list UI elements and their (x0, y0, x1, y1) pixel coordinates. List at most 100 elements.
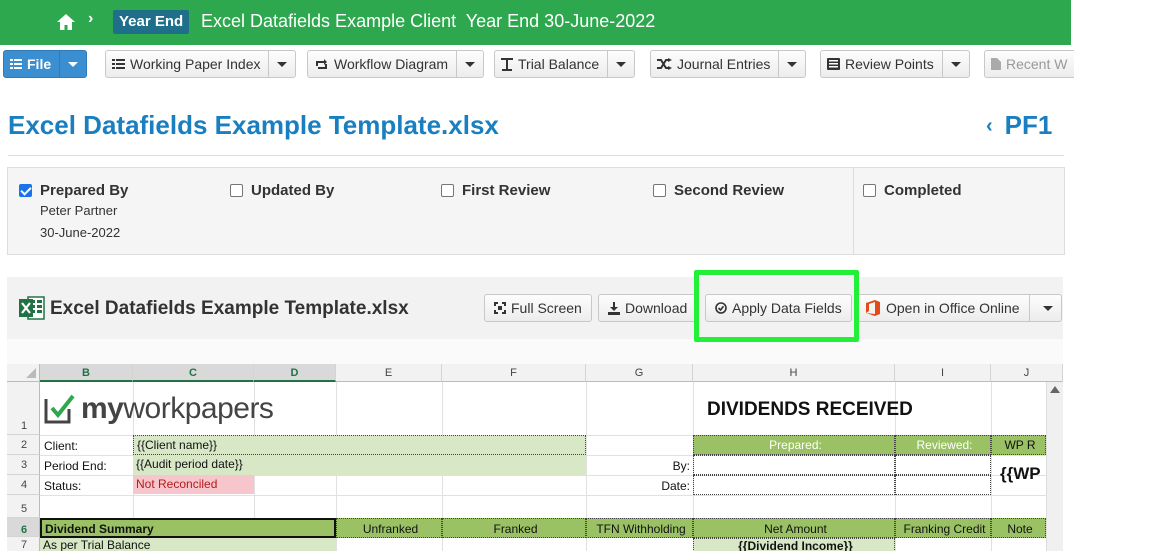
prepared-by[interactable]: Prepared By (19, 182, 128, 199)
completed-checkbox[interactable] (863, 184, 876, 197)
date-label[interactable]: Date: (586, 477, 693, 495)
status-label[interactable]: Status: (41, 477, 133, 495)
logo-suffix: workpapers (123, 392, 274, 425)
status-value[interactable]: Not Reconciled (133, 475, 254, 494)
reviewed-header[interactable]: Reviewed: (895, 435, 991, 455)
paper-code-nav[interactable]: ‹ PF1 (986, 110, 1052, 141)
unfranked-header[interactable]: Unfranked (336, 518, 442, 538)
text-height-icon (501, 57, 513, 71)
trial-balance-dropdown[interactable] (608, 51, 634, 77)
file-dropdown[interactable] (60, 51, 86, 77)
first-review-checkbox[interactable] (441, 184, 454, 197)
journal-entries-dropdown[interactable] (779, 51, 805, 77)
workflow-diagram-dropdown[interactable] (457, 51, 483, 77)
period-end-value[interactable]: {{Audit period date}} (133, 455, 586, 475)
review-points-dropdown[interactable] (943, 51, 969, 77)
column-header-d[interactable]: D (254, 364, 336, 382)
toolbar: File Working Paper Index Workflow Diagra… (0, 46, 1074, 82)
wp-value[interactable]: {{WP (997, 465, 1046, 483)
franking-credit-header[interactable]: Franking Credit (895, 518, 991, 538)
download-button[interactable]: Download (598, 294, 698, 322)
file-icon (991, 58, 1001, 70)
reviewed-by-cell[interactable] (895, 455, 991, 475)
row-header-1[interactable]: 1 (7, 382, 40, 435)
workflow-diagram-label: Workflow Diagram (334, 56, 449, 72)
column-header-i[interactable]: I (895, 364, 991, 382)
prepared-header[interactable]: Prepared: (693, 435, 895, 455)
divider (8, 155, 1064, 156)
row-header-2[interactable]: 2 (7, 435, 40, 455)
review-points-button[interactable]: Review Points (820, 50, 970, 78)
column-header-g[interactable]: G (586, 364, 693, 382)
row-header-7[interactable]: 7 (7, 537, 40, 551)
home-icon[interactable] (56, 12, 76, 32)
recent-label: Recent W (1006, 56, 1068, 72)
full-screen-button[interactable]: Full Screen (484, 294, 592, 322)
row-header-6[interactable]: 6 (7, 518, 40, 537)
prepared-by-cell[interactable] (693, 455, 895, 475)
client-value[interactable]: {{Client name}} (133, 435, 586, 455)
trial-balance-label: Trial Balance (518, 56, 600, 72)
vertical-scrollbar[interactable] (1046, 382, 1063, 551)
prepared-by-checkbox[interactable] (19, 184, 32, 197)
scroll-up-icon[interactable] (1050, 386, 1060, 393)
top-bar: › Year End Excel Datafields Example Clie… (0, 0, 1071, 45)
spreadsheet[interactable]: B C D E F G H I J 1 2 3 4 5 6 7 myworkpa… (7, 364, 1063, 551)
divider (853, 168, 854, 254)
viewer-title: Excel Datafields Example Template.xlsx (50, 298, 409, 319)
open-office-online-button[interactable]: Open in Office Online (857, 294, 1062, 322)
column-header-j[interactable]: J (991, 364, 1063, 382)
workflow-diagram-button[interactable]: Workflow Diagram (307, 50, 485, 78)
franked-header[interactable]: Franked (442, 518, 586, 538)
year-end-badge[interactable]: Year End (113, 10, 190, 34)
completed[interactable]: Completed (863, 182, 962, 199)
journal-entries-label: Journal Entries (677, 56, 771, 72)
open-office-dropdown[interactable] (1035, 295, 1061, 321)
list-icon (10, 59, 22, 69)
caret-down-icon (616, 61, 627, 67)
trial-balance-row-label[interactable]: As per Trial Balance (40, 538, 336, 551)
recent-button[interactable]: Recent W (984, 50, 1074, 78)
row-header-5[interactable]: 5 (7, 495, 40, 518)
chevron-left-icon[interactable]: ‹ (986, 115, 993, 137)
column-header-b[interactable]: B (40, 364, 133, 382)
review-points-label: Review Points (845, 56, 934, 72)
list-alt-icon (827, 58, 840, 70)
second-review[interactable]: Second Review (653, 182, 784, 199)
select-all-corner[interactable] (7, 364, 40, 382)
wp-header[interactable]: WP R (991, 435, 1046, 455)
column-header-c[interactable]: C (133, 364, 254, 382)
highlight-annotation (694, 270, 859, 342)
client-label[interactable]: Client: (41, 437, 133, 455)
column-header-e[interactable]: E (336, 364, 442, 382)
row-header-3[interactable]: 3 (7, 455, 40, 475)
engagement-title: Excel Datafields Example Client Year End… (201, 11, 656, 31)
trial-balance-button[interactable]: Trial Balance (494, 50, 636, 78)
gridline (40, 495, 1046, 496)
working-paper-index-button[interactable]: Working Paper Index (105, 50, 297, 78)
fullscreen-icon (494, 302, 506, 314)
dividend-summary-header[interactable]: Dividend Summary (40, 518, 336, 538)
chevron-right-icon: › (88, 10, 94, 27)
period-end-label[interactable]: Period End: (41, 457, 133, 475)
tfn-withholding-header[interactable]: TFN Withholding (586, 518, 693, 538)
file-button[interactable]: File (3, 50, 88, 78)
caret-down-icon (1042, 305, 1053, 311)
paper-code: PF1 (1004, 110, 1053, 140)
working-paper-index-dropdown[interactable] (269, 51, 295, 77)
journal-entries-button[interactable]: Journal Entries (650, 50, 807, 78)
notes-header[interactable]: Note (991, 518, 1046, 538)
myworkpapers-logo: myworkpapers (43, 392, 274, 426)
second-review-checkbox[interactable] (653, 184, 666, 197)
net-amount-header[interactable]: Net Amount (693, 518, 895, 538)
reviewed-date-cell[interactable] (895, 475, 991, 495)
first-review[interactable]: First Review (441, 182, 550, 199)
updated-by-checkbox[interactable] (230, 184, 243, 197)
by-label[interactable]: By: (586, 457, 693, 475)
column-header-h[interactable]: H (693, 364, 895, 382)
column-header-f[interactable]: F (442, 364, 586, 382)
dividend-income-value[interactable]: {{Dividend Income}} (693, 538, 895, 551)
row-header-4[interactable]: 4 (7, 475, 40, 495)
updated-by[interactable]: Updated By (230, 182, 334, 199)
prepared-date-cell[interactable] (693, 475, 895, 495)
